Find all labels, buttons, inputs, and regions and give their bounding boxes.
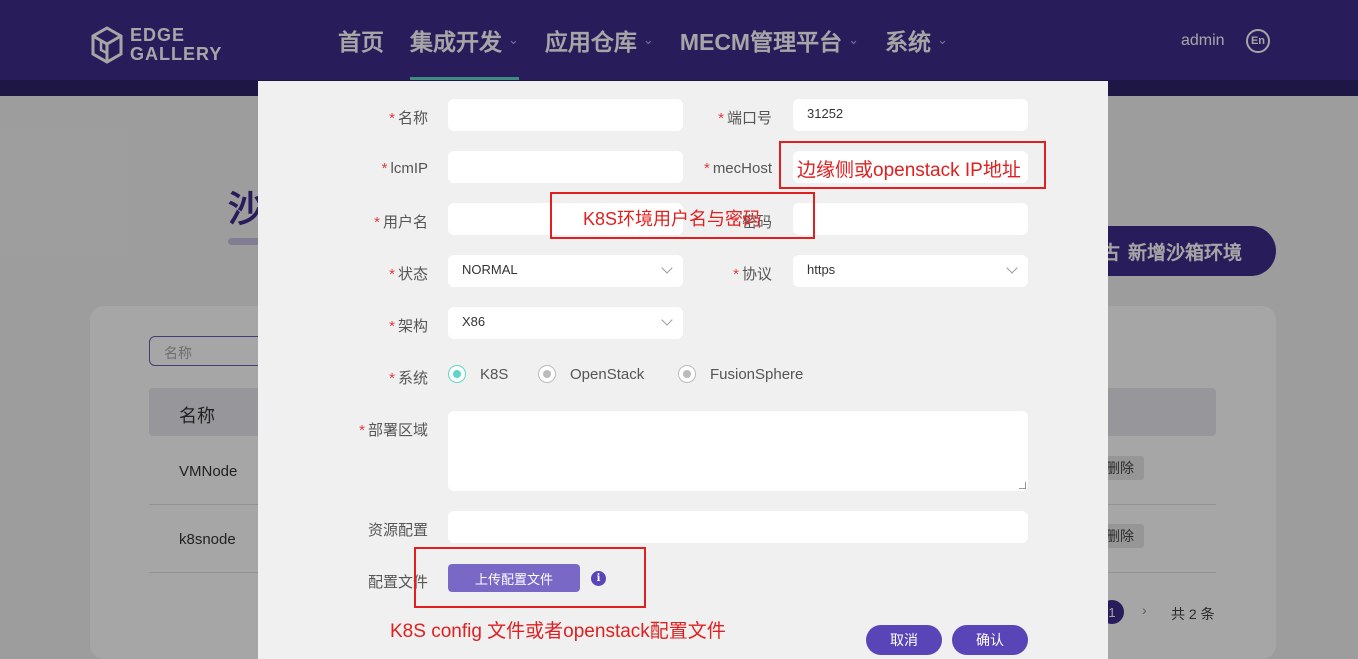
system-radio-fusionsphere[interactable]: FusionSphere [678, 365, 803, 383]
confirm-button[interactable]: 确认 [952, 625, 1028, 655]
radio-unchecked-icon [678, 365, 696, 383]
protocol-select[interactable]: https [793, 255, 1028, 287]
region-label: * 部署区域 [359, 422, 428, 439]
chevron-down-icon [661, 262, 673, 274]
annotation-box-config [414, 547, 646, 608]
radio-label: FusionSphere [710, 365, 804, 383]
radio-label: K8S [480, 365, 509, 383]
name-label: * 名称 [389, 110, 428, 127]
annotation-credentials-note: K8S环境用户名与密码 [583, 209, 762, 229]
system-radio-openstack[interactable]: OpenStack [538, 365, 644, 383]
lcmip-label: * lcmIP [381, 160, 428, 177]
protocol-value: https [807, 262, 836, 277]
status-label: * 状态 [389, 266, 428, 283]
port-field[interactable]: 31252 [793, 99, 1028, 131]
port-label: * 端口号 [718, 110, 772, 127]
mechost-label: * mecHost [703, 160, 772, 177]
region-textarea[interactable] [448, 411, 1028, 491]
protocol-label: * 协议 [733, 266, 772, 283]
arch-select[interactable]: X86 [448, 307, 683, 339]
arch-value: X86 [462, 314, 486, 329]
username-label: * 用户名 [374, 214, 428, 231]
chevron-down-icon [661, 314, 673, 326]
resource-field[interactable] [448, 511, 1028, 543]
name-field[interactable] [448, 99, 683, 131]
annotation-config-note: K8S config 文件或者openstack配置文件 [390, 621, 726, 642]
resource-label: 资源配置 [367, 522, 428, 539]
annotation-mechost-note: 边缘侧或openstack IP地址 [797, 160, 1021, 181]
resize-handle-icon[interactable] [1019, 482, 1026, 489]
arch-label: * 架构 [389, 318, 428, 335]
cancel-button[interactable]: 取消 [866, 625, 942, 655]
radio-checked-icon [448, 365, 466, 383]
system-radio-k8s[interactable]: K8S [448, 365, 508, 383]
radio-unchecked-icon [538, 365, 556, 383]
lcmip-field[interactable] [448, 151, 683, 183]
system-label: * 系统 [389, 370, 428, 387]
status-value: NORMAL [462, 262, 518, 277]
status-select[interactable]: NORMAL [448, 255, 683, 287]
radio-label: OpenStack [570, 365, 645, 383]
password-field[interactable] [793, 203, 1028, 235]
chevron-down-icon [1006, 262, 1018, 274]
